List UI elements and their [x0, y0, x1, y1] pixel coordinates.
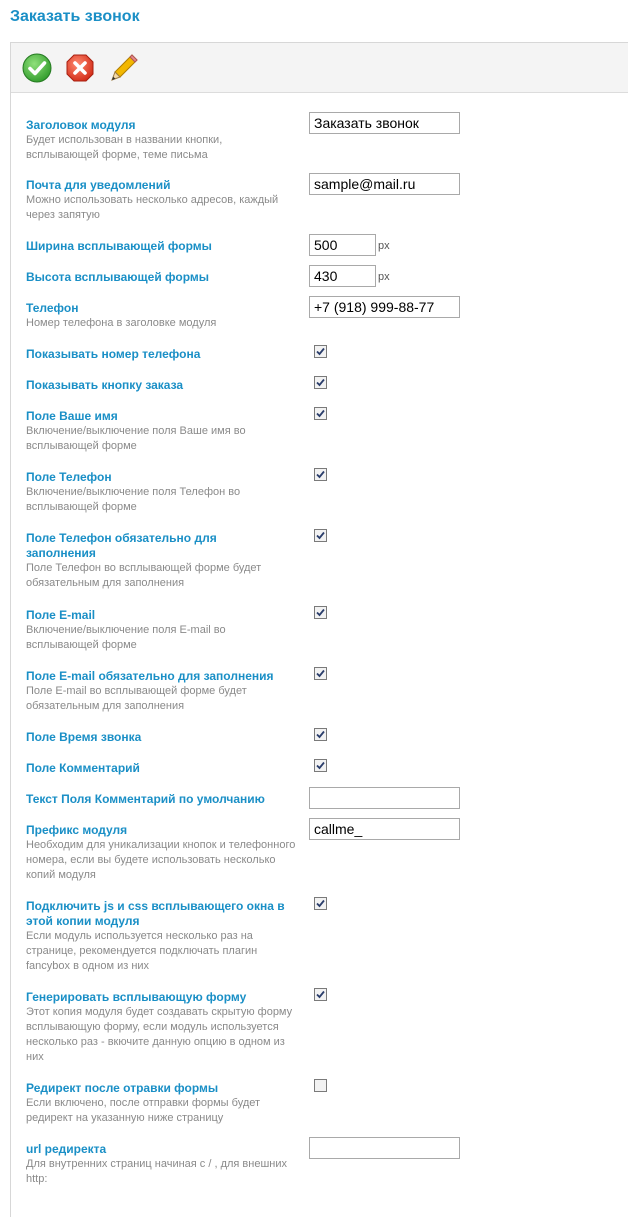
field-label: Заголовок модуля: [26, 118, 136, 132]
checkmark-icon: [316, 347, 325, 356]
field-description: Если включено, после отправки формы буде…: [26, 1097, 261, 1124]
field-comment-checkbox[interactable]: [314, 759, 327, 772]
field-label: url редиректа: [26, 1142, 107, 1156]
field-label: Текст Поля Комментарий по умолчанию: [26, 792, 265, 806]
field-phone-checkbox[interactable]: [314, 468, 327, 481]
field-label: Показывать кнопку заказа: [26, 378, 184, 392]
field-label: Префикс модуля: [26, 823, 128, 837]
module-title-label: Заголовок модуля Будет использован в наз…: [26, 118, 296, 163]
checkmark-icon: [316, 378, 325, 387]
toolbar: [11, 43, 628, 93]
edit-button[interactable]: [108, 52, 140, 84]
field-label: Телефон: [26, 301, 79, 315]
popup-width-unit: px: [378, 240, 390, 252]
field-label: Редирект после отравки формы: [26, 1081, 219, 1095]
field-email-required-label: Поле E-mail обязательно для заполнения П…: [26, 669, 296, 714]
phone-input[interactable]: [309, 296, 460, 318]
field-call-time-label: Поле Время звонка: [26, 730, 296, 745]
field-description: Поле Телефон во всплывающей форме будет …: [26, 562, 262, 589]
notify-email-input[interactable]: [309, 173, 460, 195]
field-description: Номер телефона в заголовке модуля: [26, 317, 217, 329]
field-label: Генерировать всплывающую форму: [26, 990, 247, 1004]
field-email-checkbox[interactable]: [314, 606, 327, 619]
checkmark-icon: [316, 470, 325, 479]
field-label: Поле Комментарий: [26, 761, 140, 775]
field-email-required-checkbox[interactable]: [314, 667, 327, 680]
show-phone-checkbox[interactable]: [314, 345, 327, 358]
module-title-input[interactable]: [309, 112, 460, 134]
field-label: Поле E-mail обязательно для заполнения: [26, 669, 274, 683]
cancel-button[interactable]: [64, 52, 96, 84]
redirect-after-submit-checkbox[interactable]: [314, 1079, 327, 1092]
field-description: Необходим для уникализации кнопок и теле…: [26, 839, 296, 881]
field-label: Почта для уведомлений: [26, 178, 171, 192]
field-description: Этот копия модуля будет создавать скрыту…: [26, 1006, 293, 1063]
field-name-checkbox[interactable]: [314, 407, 327, 420]
checkmark-icon: [316, 531, 325, 540]
field-label: Подключить js и css всплывающего окна в …: [26, 899, 285, 928]
field-call-time-checkbox[interactable]: [314, 728, 327, 741]
field-label: Поле Телефон обязательно для заполнения: [26, 531, 217, 560]
field-description: Для внутренних страниц начиная с / , для…: [26, 1158, 288, 1185]
include-js-css-checkbox[interactable]: [314, 897, 327, 910]
show-phone-label: Показывать номер телефона: [26, 347, 296, 362]
notify-email-label: Почта для уведомлений Можно использовать…: [26, 178, 296, 223]
generate-popup-label: Генерировать всплывающую форму Этот копи…: [26, 990, 296, 1065]
field-description: Включение/выключение поля E-mail во вспл…: [26, 624, 226, 651]
field-phone-label: Поле Телефон Включение/выключение поля Т…: [26, 470, 296, 515]
checkmark-icon: [316, 730, 325, 739]
checkmark-icon: [22, 53, 52, 83]
popup-height-input[interactable]: [309, 265, 376, 287]
field-label: Поле Ваше имя: [26, 409, 118, 423]
checkmark-icon: [316, 990, 325, 999]
module-prefix-label: Префикс модуля Необходим для уникализаци…: [26, 823, 296, 883]
checkmark-icon: [316, 669, 325, 678]
field-description: Можно использовать несколько адресов, ка…: [26, 194, 279, 221]
checkmark-icon: [316, 608, 325, 617]
page-title: Заказать звонок: [10, 8, 140, 25]
redirect-url-label: url редиректа Для внутренних страниц нач…: [26, 1142, 296, 1187]
field-phone-required-checkbox[interactable]: [314, 529, 327, 542]
popup-height-unit: px: [378, 271, 390, 283]
field-description: Включение/выключение поля Телефон во всп…: [26, 486, 241, 513]
generate-popup-checkbox[interactable]: [314, 988, 327, 1001]
comment-default-input[interactable]: [309, 787, 460, 809]
checkmark-icon: [316, 761, 325, 770]
redirect-url-input[interactable]: [309, 1137, 460, 1159]
popup-height-label: Высота всплывающей формы: [26, 270, 296, 285]
save-button[interactable]: [21, 52, 53, 84]
popup-width-input[interactable]: [309, 234, 376, 256]
field-label: Поле Время звонка: [26, 730, 142, 744]
field-label: Показывать номер телефона: [26, 347, 201, 361]
field-email-label: Поле E-mail Включение/выключение поля E-…: [26, 608, 296, 653]
field-comment-label: Поле Комментарий: [26, 761, 296, 776]
field-label: Поле Телефон: [26, 470, 112, 484]
field-description: Если модуль используется несколько раз н…: [26, 930, 258, 972]
field-label: Ширина всплывающей формы: [26, 239, 212, 253]
phone-label: Телефон Номер телефона в заголовке модул…: [26, 301, 296, 331]
field-name-label: Поле Ваше имя Включение/выключение поля …: [26, 409, 296, 454]
checkmark-icon: [316, 899, 325, 908]
pencil-icon: [111, 54, 138, 81]
field-description: Будет использован в названии кнопки, всп…: [26, 134, 223, 161]
field-label: Поле E-mail: [26, 608, 96, 622]
module-prefix-input[interactable]: [309, 818, 460, 840]
checkmark-icon: [316, 409, 325, 418]
field-description: Включение/выключение поля Ваше имя во вс…: [26, 425, 246, 452]
popup-width-label: Ширина всплывающей формы: [26, 239, 296, 254]
comment-default-label: Текст Поля Комментарий по умолчанию: [26, 792, 296, 807]
include-js-css-label: Подключить js и css всплывающего окна в …: [26, 899, 296, 974]
redirect-after-submit-label: Редирект после отравки формы Если включе…: [26, 1081, 296, 1126]
field-description: Поле E-mail во всплывающей форме будет о…: [26, 685, 247, 712]
close-icon: [66, 54, 94, 82]
field-phone-required-label: Поле Телефон обязательно для заполнения …: [26, 531, 291, 591]
field-label: Высота всплывающей формы: [26, 270, 209, 284]
show-order-button-label: Показывать кнопку заказа: [26, 378, 296, 393]
show-order-button-checkbox[interactable]: [314, 376, 327, 389]
